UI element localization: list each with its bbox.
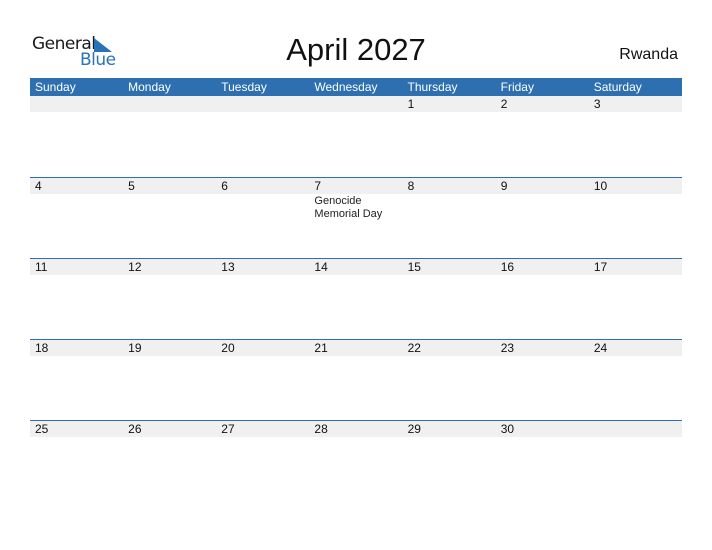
day-cell: 19: [123, 340, 216, 421]
day-number: 11: [35, 260, 48, 274]
day-cell: 1: [403, 96, 496, 177]
day-cell: 7 Genocide Memorial Day: [309, 178, 402, 259]
day-number: 27: [221, 422, 235, 436]
day-number: 25: [35, 422, 49, 436]
day-cell: [309, 96, 402, 177]
week-row: 11 12 13 14 15 16 17: [30, 258, 682, 339]
day-cell: 15: [403, 259, 496, 340]
day-cell: [216, 96, 309, 177]
day-number: 4: [35, 179, 42, 193]
day-cell: 22: [403, 340, 496, 421]
day-cell: 3: [589, 96, 682, 177]
day-cell: [589, 421, 682, 502]
day-number: 14: [314, 260, 328, 274]
holiday-event: Genocide Memorial Day: [314, 195, 383, 220]
day-cell: 6: [216, 178, 309, 259]
weekday-header: Sunday Monday Tuesday Wednesday Thursday…: [30, 78, 682, 96]
day-number: 22: [407, 341, 421, 355]
day-cell: 2: [496, 96, 589, 177]
day-number: 24: [593, 341, 608, 355]
day-cell: 24: [589, 340, 682, 421]
day-number: 21: [314, 341, 328, 355]
day-cell: 13: [216, 259, 309, 340]
week-row: 18 19 20 21 22 23 24: [30, 339, 682, 420]
day-number: 20: [221, 341, 235, 355]
day-number: 29: [407, 422, 421, 436]
day-cell: 27: [216, 421, 309, 502]
day-cell: 21: [309, 340, 402, 421]
country-label: Rwanda: [619, 46, 678, 63]
day-cell: 25: [30, 421, 123, 502]
week-row: 25 26 27 28 29 30: [30, 420, 682, 501]
weekday-tuesday: Tuesday: [221, 80, 267, 94]
day-cell: 12: [123, 259, 216, 340]
day-number: 5: [128, 179, 135, 193]
calendar-title: April 2027: [286, 32, 426, 67]
day-cell: 26: [123, 421, 216, 502]
week-row: 1 2 3: [30, 96, 682, 177]
day-number: 28: [314, 422, 328, 436]
weekday-saturday: Saturday: [593, 80, 642, 94]
day-cell: 8: [403, 178, 496, 259]
day-number: 3: [593, 97, 601, 111]
day-number: 10: [593, 179, 608, 193]
day-number: 6: [221, 179, 228, 193]
day-number: 19: [128, 341, 142, 355]
weekday-wednesday: Wednesday: [314, 80, 378, 94]
day-cell: 28: [309, 421, 402, 502]
day-number: 1: [407, 97, 415, 111]
day-number: 13: [221, 260, 235, 274]
week-row: 4 5 6 7 Genocide Memorial Day 8 9 10: [30, 177, 682, 258]
day-cell: 16: [496, 259, 589, 340]
day-cell: 9: [496, 178, 589, 259]
weekday-friday: Friday: [500, 80, 534, 94]
day-cell: 29: [403, 421, 496, 502]
day-number: 30: [500, 422, 515, 436]
day-number: 15: [407, 260, 421, 274]
day-number: 2: [500, 97, 508, 111]
day-cell: 18: [30, 340, 123, 421]
day-number: 12: [128, 260, 142, 274]
day-number: 23: [500, 341, 515, 355]
weekday-sunday: Sunday: [35, 80, 76, 94]
day-number: 17: [593, 260, 608, 274]
day-cell: 11: [30, 259, 123, 340]
day-cell: 30: [496, 421, 589, 502]
weekday-thursday: Thursday: [407, 80, 458, 94]
day-cell: [30, 96, 123, 177]
day-number: 26: [128, 422, 142, 436]
day-number: 18: [35, 341, 49, 355]
day-cell: 14: [309, 259, 402, 340]
day-cell: 23: [496, 340, 589, 421]
day-cell: 4: [30, 178, 123, 259]
day-cell: 10: [589, 178, 682, 259]
day-cell: 5: [123, 178, 216, 259]
day-number: 8: [407, 179, 415, 193]
day-cell: 20: [216, 340, 309, 421]
day-cell: [123, 96, 216, 177]
day-number: 9: [500, 179, 508, 193]
day-cell: 17: [589, 259, 682, 340]
day-number: 7: [314, 179, 322, 193]
weekday-monday: Monday: [128, 80, 171, 94]
day-number: 16: [500, 260, 515, 274]
